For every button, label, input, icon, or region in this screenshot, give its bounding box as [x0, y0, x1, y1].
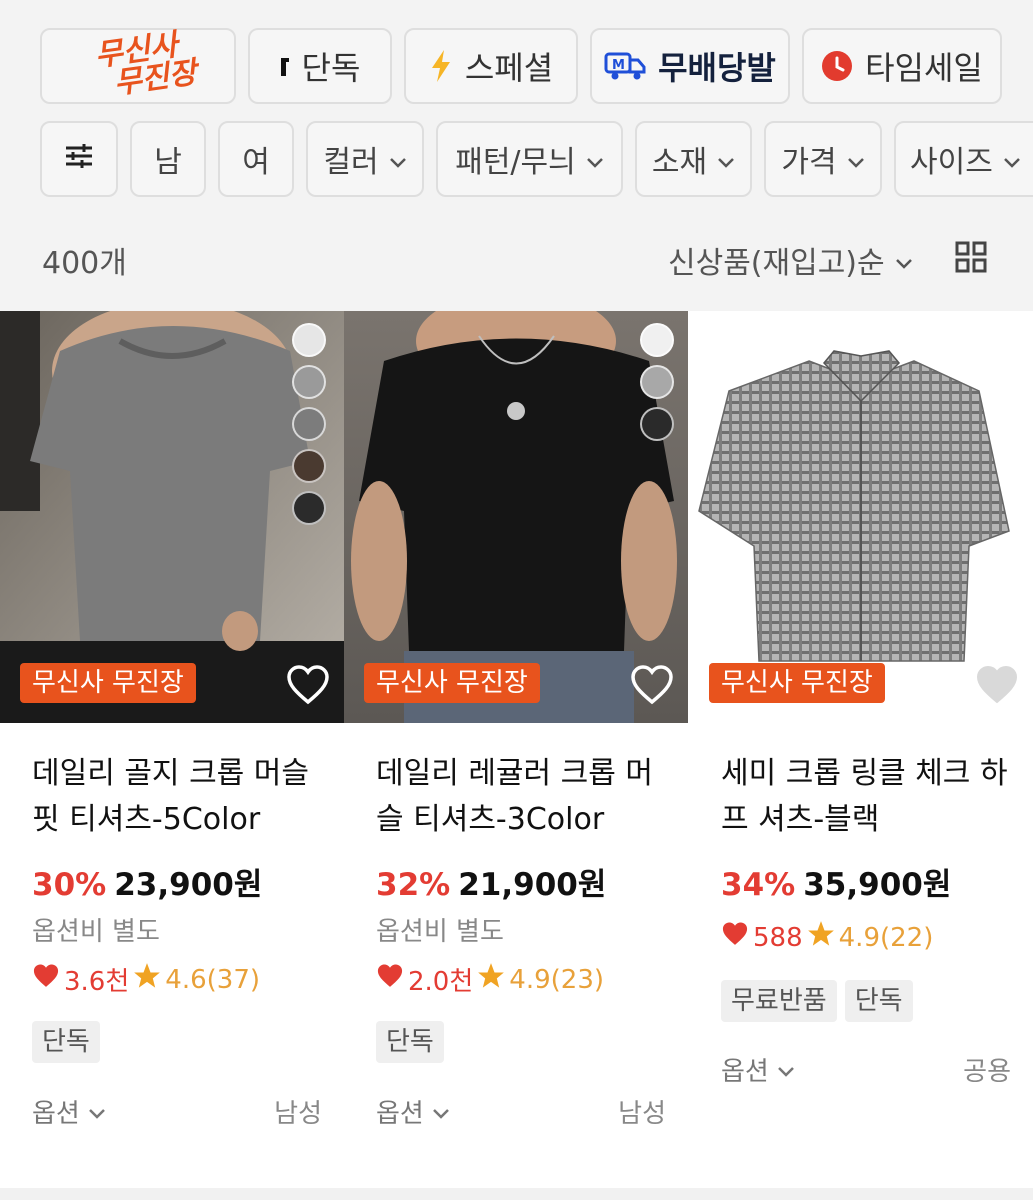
- color-swatch[interactable]: [292, 407, 326, 441]
- product-stats: 588 4.9(22): [721, 920, 933, 955]
- sliders-icon: [64, 142, 94, 177]
- discount-rate: 34%: [721, 867, 796, 903]
- product-stats: 3.6천 4.6(37): [32, 961, 260, 998]
- chevron-down-icon: [88, 1097, 106, 1127]
- product-price: 34% 35,900원: [721, 867, 952, 903]
- like-count: 2.0천: [408, 967, 474, 997]
- product-card[interactable]: 무신사 무진장 데일리 레귤러 크롭 머슬 티셔츠-3Color 32% 21,9…: [344, 311, 688, 1191]
- chevron-down-icon: [1003, 142, 1021, 177]
- chevron-down-icon: [895, 243, 913, 278]
- chevron-down-icon: [586, 142, 604, 177]
- tag-exclusive: 단독: [32, 1021, 100, 1063]
- bottom-divider: [0, 1188, 1033, 1200]
- color-swatches: [292, 323, 326, 525]
- product-tags: 단독: [376, 1021, 444, 1063]
- color-swatch[interactable]: [292, 365, 326, 399]
- like-count: 588: [753, 922, 803, 953]
- filter-male[interactable]: 남: [130, 121, 206, 197]
- discount-rate: 32%: [376, 867, 451, 903]
- color-swatch[interactable]: [292, 323, 326, 357]
- rating: 4.6(37): [165, 964, 261, 995]
- color-swatch[interactable]: [640, 365, 674, 399]
- product-tags: 무료반품 단독: [721, 980, 913, 1022]
- product-price: 30% 23,900원: [32, 867, 263, 903]
- color-swatch[interactable]: [640, 407, 674, 441]
- filter-row: 남 여 컬러 패턴/무늬 소재 가격 사이즈: [40, 121, 1033, 197]
- gender-label: 남성: [618, 1099, 666, 1129]
- tag-exclusive: 단독: [844, 980, 913, 1022]
- clock-icon: [821, 50, 853, 82]
- product-stats: 2.0천 4.9(23): [376, 961, 604, 998]
- chevron-down-icon: [847, 142, 865, 177]
- gender-label: 남성: [274, 1099, 322, 1129]
- like-count: 3.6천: [64, 967, 130, 997]
- product-name[interactable]: 데일리 레귤러 크롭 머슬 티셔츠-3Color: [376, 751, 676, 843]
- star-icon: [133, 962, 161, 997]
- color-swatch[interactable]: [640, 323, 674, 357]
- option-dropdown[interactable]: 옵션: [32, 1093, 106, 1130]
- chevron-down-icon: [432, 1097, 450, 1127]
- filter-price[interactable]: 가격: [764, 121, 882, 197]
- top-filter-area: 무신사 무진장 단독 스페셜 M 무배당발 타임세일 남 여 컬러 패턴/무늬 …: [0, 0, 1033, 311]
- svg-text:M: M: [612, 58, 625, 73]
- product-name[interactable]: 세미 크롭 링클 체크 하프 셔츠-블랙: [721, 751, 1021, 843]
- tag-free-return: 무료반품: [721, 980, 837, 1022]
- brand-badge: 무신사 무진장: [20, 663, 196, 703]
- filter-color[interactable]: 컬러: [306, 121, 424, 197]
- option-dropdown[interactable]: 옵션: [721, 1051, 795, 1088]
- shortcut-row: 무신사 무진장 단독 스페셜 M 무배당발 타임세일: [40, 28, 1002, 104]
- filter-material[interactable]: 소재: [635, 121, 752, 197]
- heart-filled-icon: [376, 963, 404, 996]
- filter-female[interactable]: 여: [218, 121, 294, 197]
- discount-rate: 30%: [32, 867, 107, 903]
- color-swatch[interactable]: [292, 491, 326, 525]
- star-icon: [477, 962, 505, 997]
- chevron-down-icon: [717, 142, 735, 177]
- filter-size[interactable]: 사이즈: [894, 121, 1033, 197]
- rating: 4.9(22): [838, 922, 934, 953]
- heart-outline-icon[interactable]: [630, 665, 674, 709]
- exclusive-shortcut[interactable]: 단독: [248, 28, 392, 104]
- brand-badge: 무신사 무진장: [709, 663, 885, 703]
- product-card[interactable]: 무신사 무진장 데일리 골지 크롭 머슬 핏 티셔츠-5Color 30% 23,…: [0, 311, 344, 1191]
- color-swatch[interactable]: [292, 449, 326, 483]
- option-fee-note: 옵션비 별도: [32, 917, 160, 947]
- chevron-down-icon: [389, 142, 407, 177]
- sort-dropdown[interactable]: 신상품(재입고)순: [668, 238, 913, 282]
- musinsa-mujinjang-shortcut[interactable]: 무신사 무진장: [40, 28, 236, 104]
- grid-view-icon[interactable]: [955, 241, 987, 277]
- chevron-down-icon: [777, 1055, 795, 1085]
- filter-pattern[interactable]: 패턴/무늬: [436, 121, 623, 197]
- tag-exclusive: 단독: [376, 1021, 444, 1063]
- special-shortcut[interactable]: 스페셜: [404, 28, 578, 104]
- product-image[interactable]: [689, 311, 1033, 723]
- heart-filled-icon: [32, 963, 60, 996]
- brand-badge: 무신사 무진장: [364, 663, 540, 703]
- product-tags: 단독: [32, 1021, 100, 1063]
- heart-outline-icon[interactable]: [286, 665, 330, 709]
- star-icon: [807, 920, 835, 955]
- exclusive-mark-icon: [280, 54, 290, 78]
- color-swatches: [640, 323, 674, 441]
- heart-filled-icon: [721, 921, 749, 954]
- option-fee-note: 옵션비 별도: [376, 917, 504, 947]
- product-image[interactable]: [344, 311, 688, 723]
- heart-icon[interactable]: [975, 665, 1019, 709]
- gender-label: 공용: [963, 1057, 1011, 1087]
- product-price: 32% 21,900원: [376, 867, 607, 903]
- filter-settings-button[interactable]: [40, 121, 118, 197]
- delivery-truck-icon: M: [604, 50, 646, 82]
- mujinjang-logo: 무신사 무진장: [92, 27, 199, 102]
- product-card[interactable]: 무신사 무진장 세미 크롭 링클 체크 하프 셔츠-블랙 34% 35,900원 …: [689, 311, 1033, 1191]
- option-dropdown[interactable]: 옵션: [376, 1093, 450, 1130]
- lightning-icon: [429, 49, 453, 83]
- time-sale-shortcut[interactable]: 타임세일: [802, 28, 1002, 104]
- result-count: 400개: [42, 246, 127, 281]
- product-name[interactable]: 데일리 골지 크롭 머슬 핏 티셔츠-5Color: [32, 751, 332, 843]
- rating: 4.9(23): [509, 964, 605, 995]
- free-shipping-shortcut[interactable]: M 무배당발: [590, 28, 790, 104]
